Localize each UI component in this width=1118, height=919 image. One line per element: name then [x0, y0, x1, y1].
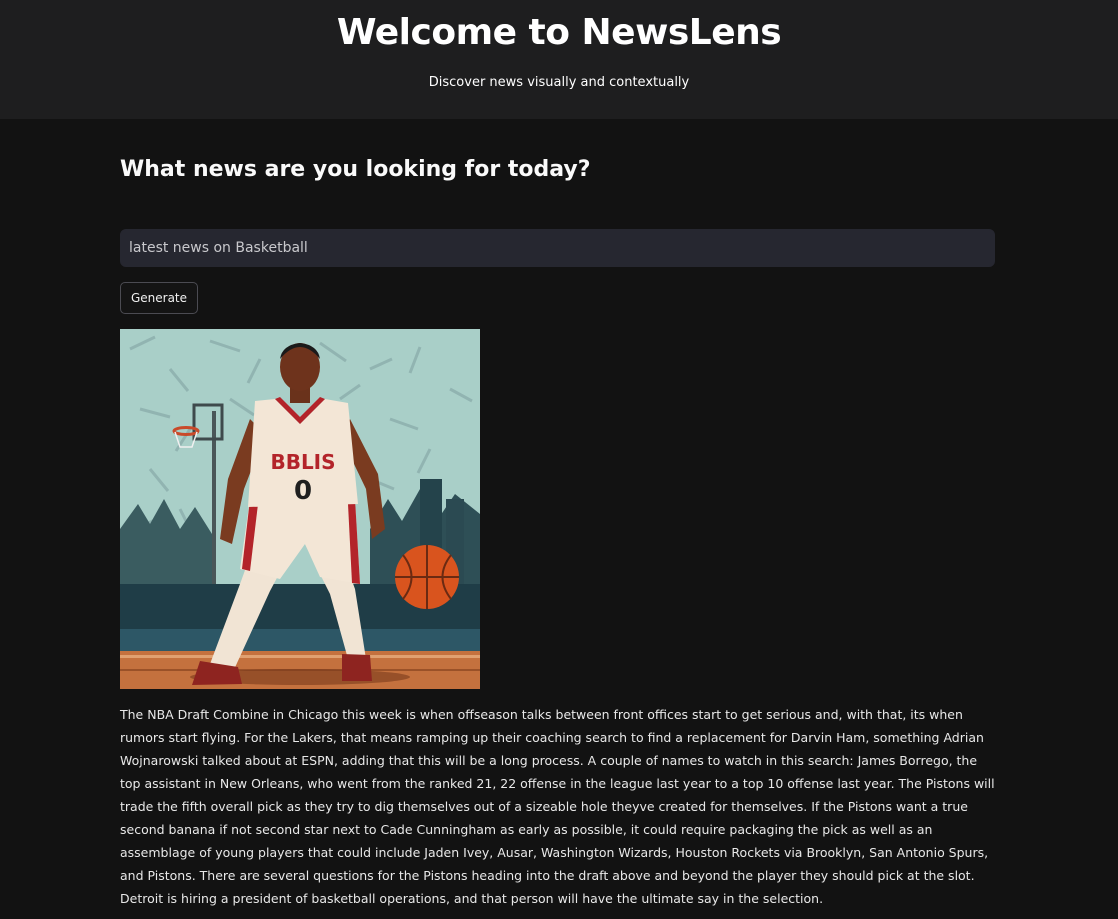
jersey-text: BBLIS: [270, 450, 335, 474]
page-subtitle: Discover news visually and contextually: [428, 75, 690, 90]
news-image: BBLIS 0: [120, 329, 480, 689]
search-input[interactable]: [120, 229, 995, 267]
app-header: Welcome to NewsLens Discover news visual…: [0, 0, 1118, 119]
generate-button[interactable]: Generate: [120, 282, 198, 314]
page-title: Welcome to NewsLens: [336, 12, 782, 53]
basketball-player-illustration: BBLIS 0: [120, 329, 480, 689]
news-article-text: The NBA Draft Combine in Chicago this we…: [120, 707, 995, 906]
jersey-number: 0: [294, 476, 312, 506]
search-heading: What news are you looking for today?: [120, 157, 591, 182]
